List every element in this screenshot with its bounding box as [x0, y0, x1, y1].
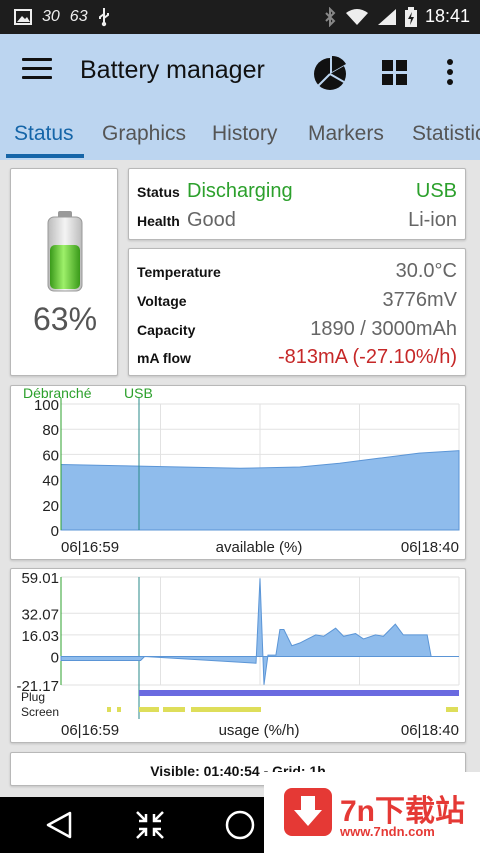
battery-percent: 63%: [32, 301, 98, 337]
status-card: Status Discharging USB Health Good Li-io…: [128, 168, 466, 240]
health-value: Good: [187, 209, 236, 231]
watermark: 7n下载站 www.7ndn.com: [264, 772, 480, 853]
usage-chart-svg: 59.0132.0716.030-21.17PlugScreen06|16:59…: [16, 570, 460, 739]
tab-history[interactable]: History: [212, 122, 277, 146]
health-label: Health: [137, 213, 180, 229]
tab-statistic[interactable]: Statistic: [412, 122, 480, 146]
x-axis-label: usage (%/h): [219, 722, 300, 739]
status-row: Status Discharging USB: [137, 177, 457, 203]
plug-value: USB: [415, 180, 457, 202]
battery-level-chart-svg: 100806040200Débranché USB06|16:59 availabl…: [23, 386, 460, 556]
y-tick-label: 0: [51, 523, 59, 540]
status-bar: 30 63 18:41: [0, 0, 480, 34]
grid-icon[interactable]: [382, 60, 408, 86]
temperature-label: Temperature: [137, 264, 221, 280]
wifi-icon: [345, 8, 369, 26]
back-icon[interactable]: [44, 809, 76, 841]
battery-level-fill: [50, 245, 80, 289]
battery-charging-icon: [404, 6, 417, 27]
tab-status[interactable]: Status: [14, 122, 74, 146]
y-tick-label: 20: [42, 498, 59, 515]
screen-bar: [163, 707, 185, 712]
x-axis-label: available (%): [216, 539, 303, 556]
capacity-label: Capacity: [137, 322, 196, 338]
app-title: Battery manager: [80, 56, 265, 84]
clock: 18:41: [424, 6, 470, 26]
compress-icon[interactable]: [134, 809, 166, 841]
usage-chart[interactable]: 59.01 32.07 16.03 0 -21.17 Plug Screen 06|16:59…: [10, 568, 466, 743]
y-tick-label: 80: [42, 422, 59, 439]
app-bar: Battery manager: [0, 34, 480, 110]
info-card: Temperature 30.0°C Voltage 3776mV Capaci…: [128, 248, 466, 376]
home-icon[interactable]: [224, 809, 256, 841]
maflow-value: -813mA (-27.10%/h): [278, 346, 457, 368]
x-start-label: 06|16:59: [61, 539, 119, 556]
menu-icon[interactable]: [22, 58, 52, 82]
watermark-url: www.7ndn.com: [340, 824, 435, 839]
pie-chart-icon[interactable]: [310, 52, 350, 92]
tab-bar: Status Graphics History Markers Statisti…: [0, 110, 480, 160]
screen-bar: [139, 707, 159, 712]
temperature-row: Temperature 30.0°C: [137, 257, 457, 283]
signal-icon: [377, 8, 397, 26]
y-tick-label: 59.01: [21, 570, 59, 587]
voltage-value: 3776mV: [382, 289, 458, 311]
status-number-2: 63: [69, 8, 88, 25]
status-value: Discharging: [187, 180, 293, 202]
battery-icon: [47, 211, 83, 292]
maflow-label: mA flow: [137, 350, 191, 366]
plug-bar: [139, 690, 459, 696]
capacity-row: Capacity 1890 / 3000mAh: [137, 315, 457, 341]
status-number-1: 30: [42, 8, 60, 25]
tab-indicator: [6, 154, 84, 158]
battery-card: 63%: [10, 168, 118, 376]
technology-value: Li-ion: [408, 209, 457, 231]
battery-level-chart[interactable]: 100 80 60 40 20 0 Débranché USB 06|16:59 availabl…: [10, 385, 466, 560]
health-row: Health Good Li-ion: [137, 206, 457, 232]
y-tick-label: 60: [42, 447, 59, 464]
tab-markers[interactable]: Markers: [308, 122, 384, 146]
x-start-label: 06|16:59: [61, 722, 119, 739]
y-tick-label: 40: [42, 473, 59, 490]
screen-bar: [107, 707, 111, 712]
status-bar-right: 18:41: [323, 6, 470, 27]
tab-graphics[interactable]: Graphics: [102, 122, 186, 146]
y-tick-label: 0: [51, 649, 59, 666]
x-end-label: 06|18:40: [401, 722, 459, 739]
voltage-label: Voltage: [137, 293, 187, 309]
capacity-value: 1890 / 3000mAh: [310, 318, 457, 340]
screen-row-label: Screen: [21, 705, 59, 719]
y-tick-label: 16.03: [21, 628, 59, 645]
download-logo-icon: [284, 788, 332, 836]
screen-bar: [191, 707, 261, 712]
usage-area: [60, 578, 440, 685]
marker-label-usb: USB: [124, 386, 153, 401]
screen-bar: [446, 707, 458, 712]
bluetooth-icon: [323, 6, 337, 27]
y-tick-label: 32.07: [21, 606, 59, 623]
marker-label-unplugged: Débranché: [23, 386, 92, 401]
plug-row-label: Plug: [21, 690, 45, 704]
image-icon: [14, 9, 32, 25]
usb-icon: [98, 7, 110, 27]
temperature-value: 30.0°C: [395, 260, 457, 282]
voltage-row: Voltage 3776mV: [137, 286, 457, 312]
status-bar-left: 30 63: [14, 7, 110, 27]
more-vert-icon[interactable]: [440, 56, 460, 88]
screen-bar: [117, 707, 121, 712]
maflow-row: mA flow -813mA (-27.10%/h): [137, 343, 457, 369]
x-end-label: 06|18:40: [401, 539, 459, 556]
status-label: Status: [137, 184, 180, 200]
